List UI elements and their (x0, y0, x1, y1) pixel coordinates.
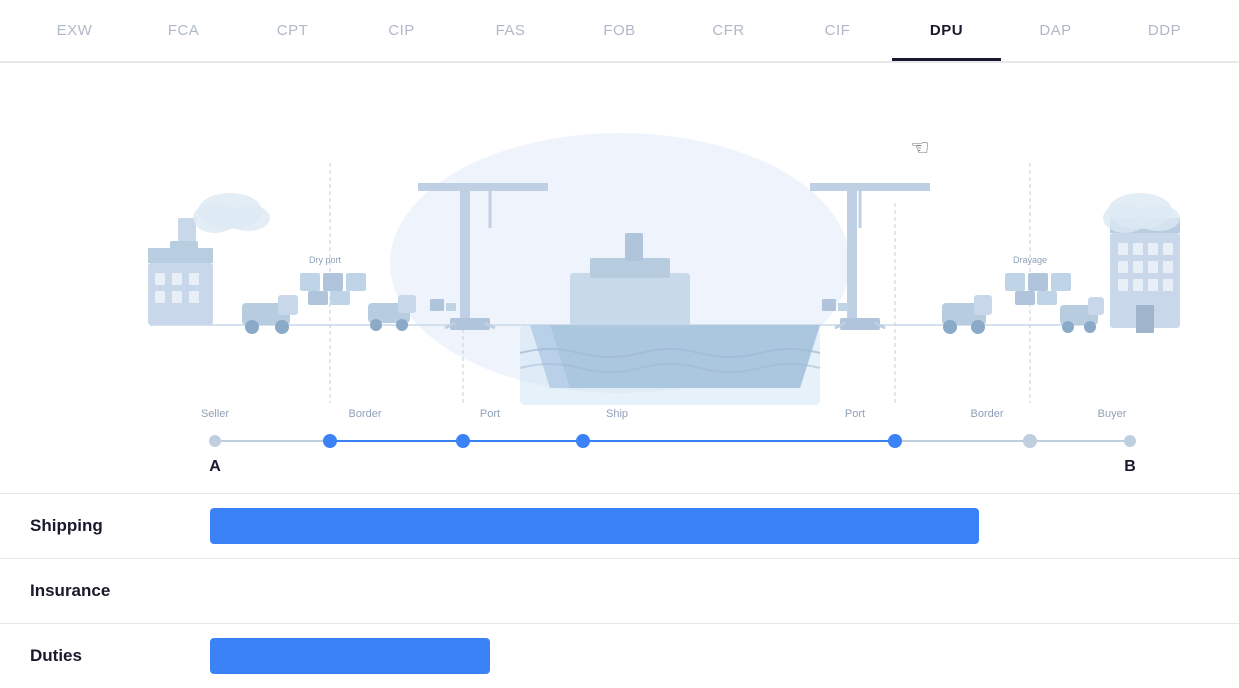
tab-ddp[interactable]: DDP (1110, 2, 1219, 59)
duties-bar-container (210, 638, 1209, 674)
shipping-bar (210, 508, 979, 544)
tab-exw[interactable]: EXW (20, 2, 129, 59)
svg-text:Border: Border (348, 408, 381, 420)
tab-cip[interactable]: CIP (347, 2, 456, 59)
svg-text:Border: Border (970, 408, 1003, 420)
tab-dpu[interactable]: DPU (892, 2, 1001, 59)
duties-label: Duties (30, 646, 210, 666)
tab-cif[interactable]: CIF (783, 2, 892, 59)
tab-fas[interactable]: FAS (456, 2, 565, 59)
insurance-row: Insurance (0, 558, 1239, 623)
svg-text:Seller: Seller (201, 408, 229, 420)
tab-fob[interactable]: FOB (565, 2, 674, 59)
svg-text:Dry port: Dry port (309, 255, 342, 265)
shipping-bar-container (210, 508, 1209, 544)
duties-row: Duties (0, 623, 1239, 688)
shipping-label: Shipping (30, 516, 210, 536)
svg-text:Ship: Ship (606, 408, 628, 420)
diagram-svg: A B Seller Border Port Ship Port Border … (0, 63, 1239, 493)
tab-cfr[interactable]: CFR (674, 2, 783, 59)
svg-text:A: A (209, 458, 221, 475)
duties-bar (210, 638, 490, 674)
svg-text:Drayage: Drayage (1013, 255, 1047, 265)
cursor-icon: ☜ (910, 135, 930, 161)
shipping-diagram: ☜ A B Seller Border Port Sh (0, 63, 1239, 493)
shipping-row: Shipping (0, 493, 1239, 558)
tab-dap[interactable]: DAP (1001, 2, 1110, 59)
svg-text:Buyer: Buyer (1098, 408, 1127, 420)
tab-cpt[interactable]: CPT (238, 2, 347, 59)
navigation-tabs: EXW FCA CPT CIP FAS FOB CFR CIF DPU DAP … (0, 0, 1239, 63)
svg-text:Port: Port (845, 408, 865, 420)
legend-section: Shipping Insurance Duties (0, 493, 1239, 688)
insurance-label: Insurance (30, 581, 210, 601)
tab-fca[interactable]: FCA (129, 2, 238, 59)
svg-text:B: B (1124, 458, 1136, 475)
svg-text:Port: Port (480, 408, 500, 420)
insurance-bar-container (210, 573, 1209, 609)
